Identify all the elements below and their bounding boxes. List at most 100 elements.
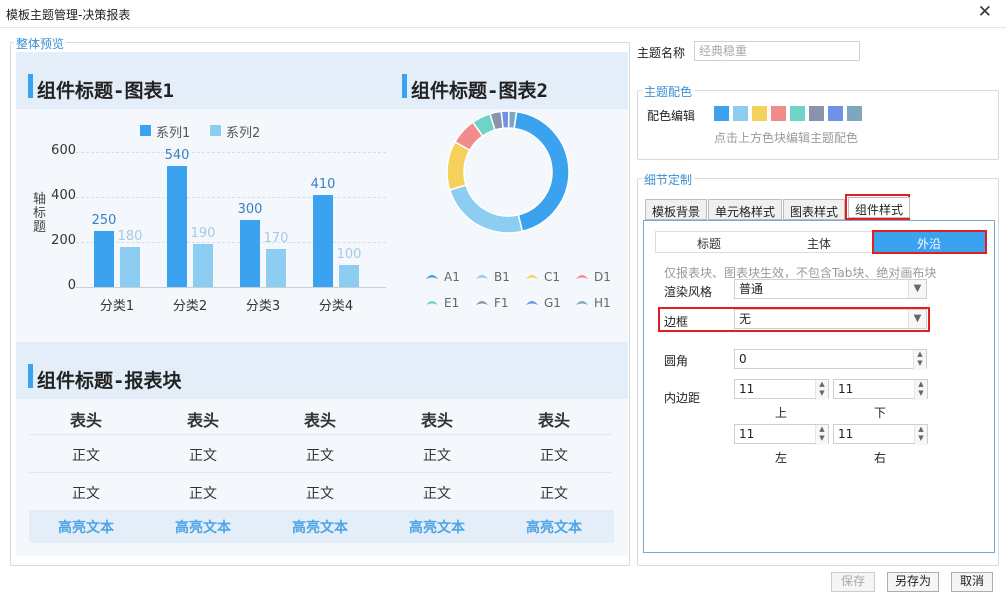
table-cell: 正文 (423, 448, 451, 464)
bar-value-label: 410 (310, 176, 336, 192)
bar-value-label: 170 (263, 230, 289, 246)
bar-value-label: 300 (237, 201, 263, 217)
chevron-down-icon: ▼ (908, 310, 926, 328)
padding-top-caption: 上 (775, 406, 788, 420)
padding-label: 内边距 (664, 391, 701, 405)
color-hint: 点击上方色块编辑主题配色 (714, 131, 859, 145)
spinner[interactable]: ▲ ▼ (913, 350, 926, 370)
subtab-title[interactable]: 标题 (697, 235, 721, 252)
bar (313, 194, 333, 287)
border-select[interactable]: 无 ▼ (734, 309, 927, 329)
radius-input[interactable]: 0 ▲ ▼ (734, 349, 927, 370)
padding-right-value: 11 (838, 427, 854, 441)
legend-label: F1 (494, 296, 509, 310)
legend-label: C1 (544, 270, 560, 284)
bar (266, 248, 286, 287)
color-swatch[interactable] (752, 106, 767, 121)
table-cell: 正文 (189, 448, 217, 464)
x-tick-label: 分类4 (318, 299, 354, 314)
color-edit-label: 配色编辑 (647, 109, 696, 123)
padding-left-caption: 左 (775, 451, 788, 465)
padding-top-input[interactable]: 11 ▲ ▼ (734, 379, 829, 400)
close-icon[interactable]: ✕ (978, 2, 992, 22)
spinner[interactable]: ▲ ▼ (815, 425, 828, 445)
padding-bottom-value: 11 (838, 382, 854, 396)
table-header-cell: 表头 (420, 411, 453, 430)
x-tick-label: 分类2 (172, 299, 208, 314)
color-swatch[interactable] (714, 106, 729, 121)
padding-right-caption: 右 (874, 451, 887, 465)
title-accent (28, 74, 33, 98)
bar-value-label: 250 (91, 212, 117, 228)
table-cell: 正文 (189, 486, 217, 502)
row-divider (29, 434, 612, 435)
highlight-cell: 高亮文本 (58, 520, 114, 536)
highlight-cell: 高亮文本 (526, 520, 582, 536)
save-button[interactable]: 保存 (831, 572, 875, 592)
y-tick-label: 400 (51, 188, 76, 203)
table-cell: 正文 (540, 486, 568, 502)
padding-left-input[interactable]: 11 ▲ ▼ (734, 424, 829, 445)
color-swatch[interactable] (790, 106, 805, 121)
theme-name-input[interactable]: 经典稳重 (694, 41, 860, 61)
color-swatch[interactable] (847, 106, 862, 121)
table-header-cell: 表头 (303, 411, 336, 430)
legend-icon (426, 275, 438, 279)
render-style-select[interactable]: 普通 ▼ (734, 279, 927, 299)
render-style-label: 渲染风格 (664, 285, 713, 299)
border-value: 无 (739, 312, 752, 326)
bar (120, 246, 140, 287)
color-swatch[interactable] (828, 106, 843, 121)
padding-bottom-caption: 下 (874, 406, 887, 420)
legend-icon (576, 301, 588, 305)
spinner[interactable]: ▲ ▼ (914, 380, 927, 400)
bar-value-label: 100 (336, 246, 362, 262)
tab-chart-style[interactable]: 图表样式 (783, 199, 846, 220)
padding-right-input[interactable]: 11 ▲ ▼ (833, 424, 928, 445)
render-style-value: 普通 (739, 282, 764, 296)
padding-left-value: 11 (739, 427, 755, 441)
color-group (637, 90, 999, 160)
tab-content: 标题 主体 外沿 仅报表块、图表块生效，不包含Tab块、绝对画布块 渲染风格 普… (643, 220, 995, 553)
radius-label: 圆角 (664, 354, 689, 368)
legend-icon (426, 301, 438, 305)
table-header-cell: 表头 (186, 411, 219, 430)
spinner[interactable]: ▲ ▼ (914, 425, 927, 445)
highlight-cell: 高亮文本 (292, 520, 348, 536)
legend-label: D1 (594, 270, 611, 284)
table-cell: 正文 (72, 448, 100, 464)
legend-label: H1 (594, 296, 611, 310)
color-swatch[interactable] (733, 106, 748, 121)
highlight-cell: 高亮文本 (175, 520, 231, 536)
legend-icon (476, 275, 488, 279)
color-swatch[interactable] (771, 106, 786, 121)
table-header-cell: 表头 (69, 411, 102, 430)
preview-group-label: 整体预览 (14, 35, 67, 52)
cancel-button[interactable]: 取消 (951, 572, 993, 592)
chart1-title: 组件标题-图表1 (37, 80, 174, 102)
bar (193, 244, 213, 287)
padding-bottom-input[interactable]: 11 ▲ ▼ (833, 379, 928, 400)
gridline (76, 197, 386, 198)
y-tick-label: 600 (51, 143, 76, 158)
row-divider (29, 472, 612, 473)
radius-value: 0 (739, 352, 747, 366)
detail-group-label: 细节定制 (642, 171, 695, 188)
table-cell: 正文 (306, 486, 334, 502)
border-label: 边框 (664, 315, 689, 329)
tab-cell-style[interactable]: 单元格样式 (708, 199, 783, 220)
save-as-button[interactable]: 另存为 (887, 572, 939, 592)
report-title: 组件标题-报表块 (37, 370, 182, 392)
tab-template-background[interactable]: 模板背景 (645, 199, 708, 220)
table-header-cell: 表头 (537, 411, 570, 430)
tab-component-style[interactable]: 组件样式 (848, 197, 911, 218)
color-swatch[interactable] (809, 106, 824, 121)
swatch-row (714, 106, 874, 122)
table-cell: 正文 (306, 448, 334, 464)
x-tick-label: 分类1 (99, 299, 135, 314)
title-bar: 模板主题管理-决策报表 ✕ (0, 0, 1006, 28)
bar (240, 219, 260, 287)
subtab-body[interactable]: 主体 (807, 235, 831, 252)
title-accent (28, 364, 33, 388)
spinner[interactable]: ▲ ▼ (815, 380, 828, 400)
